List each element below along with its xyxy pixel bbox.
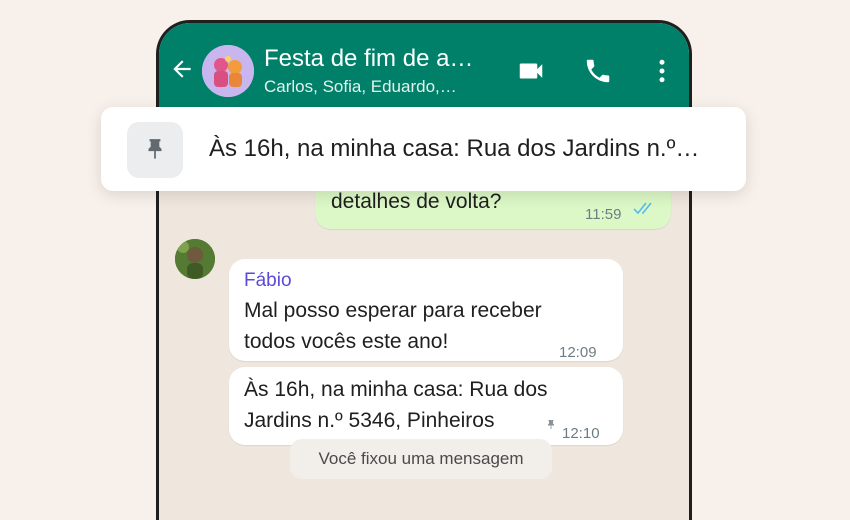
pin-button[interactable] xyxy=(127,122,183,178)
video-call-icon[interactable] xyxy=(516,56,546,86)
message-line: Às 16h, na minha casa: Rua dos xyxy=(244,378,548,401)
arrow-left-icon[interactable] xyxy=(169,56,195,82)
group-avatar[interactable] xyxy=(202,45,254,97)
message-line: Jardins n.º 5346, Pinheiros xyxy=(244,409,495,432)
sender-name[interactable]: Fábio xyxy=(244,265,292,296)
message-line: Mal posso esperar para receber xyxy=(244,299,542,322)
pin-icon xyxy=(148,139,162,159)
chat-title[interactable]: Festa de fim de a… xyxy=(264,45,473,73)
fabio-avatar[interactable] xyxy=(175,239,215,279)
message-line: todos vocês este ano! xyxy=(244,330,449,353)
incoming-message[interactable]: Fábio Mal posso esperar para receber tod… xyxy=(229,259,623,361)
system-notice: Você fixou uma mensagem xyxy=(290,439,552,479)
double-check-icon xyxy=(633,202,652,215)
message-time: 11:59 xyxy=(585,206,622,223)
pinned-message-text[interactable]: Às 16h, na minha casa: Rua dos Jardins n… xyxy=(209,135,699,163)
message-time: 12:09 xyxy=(559,344,597,361)
pinned-message[interactable]: Às 16h, na minha casa: Rua dos Jardins n… xyxy=(229,367,623,445)
phone-call-icon[interactable] xyxy=(583,56,613,86)
more-vert-icon[interactable] xyxy=(647,56,677,86)
message-time: 12:10 xyxy=(562,425,600,442)
chat-header: Festa de fim de a… Carlos, Sofia, Eduard… xyxy=(159,23,689,109)
chat-participants[interactable]: Carlos, Sofia, Eduardo,… xyxy=(264,77,457,97)
pinned-message-banner[interactable]: Às 16h, na minha casa: Rua dos Jardins n… xyxy=(101,107,746,191)
pin-icon xyxy=(548,420,554,429)
